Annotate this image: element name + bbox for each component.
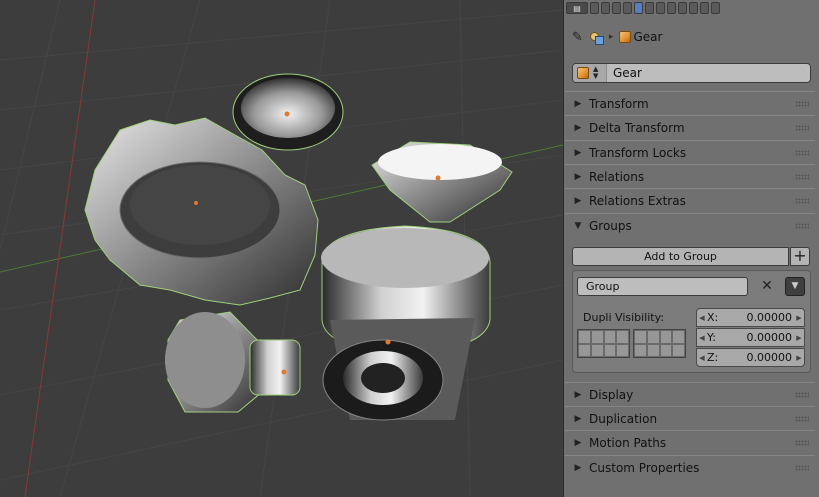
dupli-layers-grid-2[interactable] <box>633 329 686 358</box>
offset-x-value[interactable]: 0.00000 <box>725 311 794 324</box>
breadcrumb: ✎ ▸ Gear <box>572 28 662 46</box>
particles-icon[interactable] <box>700 2 709 14</box>
dupli-layers-grid-1[interactable] <box>577 329 630 358</box>
gem-object <box>371 141 513 223</box>
panel-motion-paths[interactable]: ▶ Motion Paths <box>565 430 815 454</box>
drag-grip-icon[interactable] <box>795 173 809 180</box>
up-down-icon: ▲ ▼ <box>593 65 599 80</box>
context-tabs: ▤ <box>566 2 720 18</box>
viewport-scene <box>0 0 563 497</box>
decrement-arrow-icon[interactable]: ◀ <box>697 334 707 342</box>
expand-arrow-icon: ▶ <box>574 413 582 424</box>
scene-icon[interactable] <box>612 2 621 14</box>
offset-z-field[interactable]: ◀ Z: 0.00000 ▶ <box>696 348 805 367</box>
offset-y-value[interactable]: 0.00000 <box>725 331 794 344</box>
drag-grip-icon[interactable] <box>795 197 809 204</box>
panel-display[interactable]: ▶ Display <box>565 382 815 406</box>
dupli-visibility-label: Dupli Visibility: <box>583 311 665 324</box>
object-cube-icon <box>577 67 589 79</box>
expand-arrow-icon: ▶ <box>574 171 582 182</box>
group-menu-icon[interactable]: ▼ <box>785 277 805 296</box>
axis-label: X: <box>707 311 719 324</box>
render-layers-icon[interactable] <box>601 2 610 14</box>
drag-grip-icon[interactable] <box>795 415 809 422</box>
offset-x-field[interactable]: ◀ X: 0.00000 ▶ <box>696 308 805 327</box>
y-axis-line <box>24 0 96 497</box>
texture-icon[interactable] <box>689 2 698 14</box>
panel-transform[interactable]: ▶ Transform <box>565 91 815 115</box>
drag-grip-icon[interactable] <box>795 149 809 156</box>
cylinder-object <box>321 225 491 421</box>
object-name-value[interactable]: Gear <box>607 66 642 80</box>
expand-arrow-icon: ▶ <box>574 122 582 133</box>
offset-y-field[interactable]: ◀ Y: 0.00000 ▶ <box>696 328 805 347</box>
panel-custom-properties[interactable]: ▶ Custom Properties <box>565 455 815 479</box>
increment-arrow-icon[interactable]: ▶ <box>794 354 804 362</box>
render-icon[interactable] <box>590 2 599 14</box>
panel-title: Relations <box>589 169 645 184</box>
increment-arrow-icon[interactable]: ▶ <box>794 314 804 322</box>
panel-delta-transform[interactable]: ▶ Delta Transform <box>565 115 815 139</box>
world-icon[interactable] <box>623 2 632 14</box>
collapse-arrow-icon: ▼ <box>574 220 582 231</box>
panel-title: Display <box>589 387 634 402</box>
panel-transform-locks[interactable]: ▶ Transform Locks <box>565 140 815 164</box>
group-name-field[interactable]: Group <box>577 277 748 296</box>
panel-title: Motion Paths <box>589 435 667 450</box>
object-browse-button[interactable]: ▲ ▼ <box>573 64 607 82</box>
panel-title: Transform Locks <box>589 145 687 160</box>
panel-relations-extras[interactable]: ▶ Relations Extras <box>565 188 815 212</box>
add-to-group-button[interactable]: Add to Group <box>572 247 789 266</box>
object-name-field[interactable]: ▲ ▼ Gear <box>572 63 811 83</box>
drag-grip-icon[interactable] <box>795 124 809 131</box>
expand-arrow-icon: ▶ <box>574 437 582 448</box>
drag-grip-icon[interactable] <box>795 439 809 446</box>
panel-groups[interactable]: ▼ Groups <box>565 213 815 237</box>
panel-title: Delta Transform <box>589 120 685 135</box>
decrement-arrow-icon[interactable]: ◀ <box>697 314 707 322</box>
material-icon[interactable] <box>678 2 687 14</box>
panel-duplication[interactable]: ▶ Duplication <box>565 406 815 430</box>
expand-arrow-icon: ▶ <box>574 147 582 158</box>
modifiers-icon[interactable] <box>656 2 665 14</box>
scene-icon <box>589 30 604 45</box>
panel-relations[interactable]: ▶ Relations <box>565 164 815 188</box>
add-icon[interactable]: + <box>790 247 810 266</box>
bolt-object <box>165 311 301 413</box>
breadcrumb-object-name: Gear <box>633 30 663 44</box>
drag-grip-icon[interactable] <box>795 464 809 471</box>
panel-title: Duplication <box>589 411 658 426</box>
expand-arrow-icon: ▶ <box>574 98 582 109</box>
close-icon[interactable]: ✕ <box>759 277 775 296</box>
pin-icon[interactable]: ✎ <box>572 30 583 45</box>
physics-icon[interactable] <box>711 2 720 14</box>
editor-type-icon[interactable]: ▤ <box>566 2 588 14</box>
object-icon[interactable] <box>634 2 643 14</box>
panel-title: Custom Properties <box>589 460 700 475</box>
data-icon[interactable] <box>667 2 676 14</box>
panel-title: Relations Extras <box>589 193 686 208</box>
offset-z-value[interactable]: 0.00000 <box>725 351 794 364</box>
panel-title: Transform <box>589 96 649 111</box>
expand-arrow-icon: ▶ <box>574 195 582 206</box>
panel-title: Groups <box>589 218 632 233</box>
drag-grip-icon[interactable] <box>795 100 809 107</box>
increment-arrow-icon[interactable]: ▶ <box>794 334 804 342</box>
expand-arrow-icon: ▶ <box>574 389 582 400</box>
dome-object <box>232 73 344 151</box>
chevron-right-icon: ▸ <box>608 32 614 42</box>
drag-grip-icon[interactable] <box>795 222 809 229</box>
drag-grip-icon[interactable] <box>795 391 809 398</box>
expand-arrow-icon: ▶ <box>574 462 582 473</box>
decrement-arrow-icon[interactable]: ◀ <box>697 354 707 362</box>
object-cube-icon <box>619 31 632 43</box>
axis-label: Y: <box>707 331 716 344</box>
3d-viewport[interactable] <box>0 0 563 497</box>
axis-label: Z: <box>707 351 719 364</box>
constraints-icon[interactable] <box>645 2 654 14</box>
